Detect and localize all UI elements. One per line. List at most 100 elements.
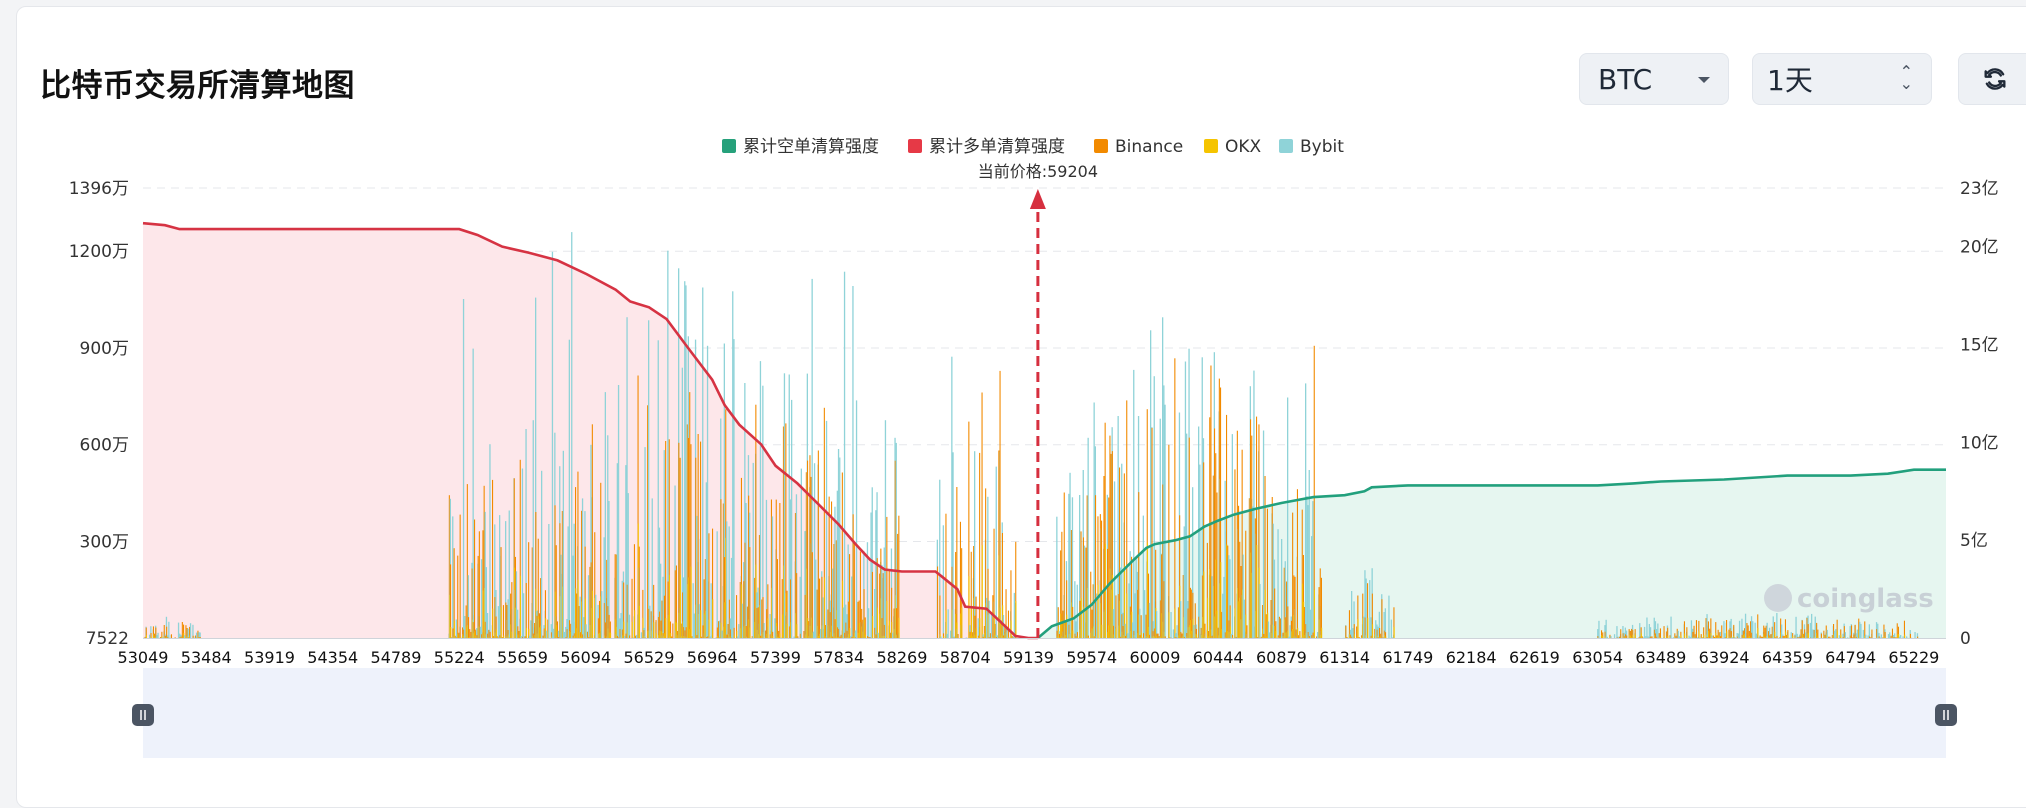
- okx-bar: [1358, 619, 1359, 638]
- okx-bar: [501, 607, 502, 638]
- okx-bar: [1276, 631, 1277, 638]
- bybit-bar: [709, 637, 710, 639]
- bybit-bar: [196, 633, 197, 638]
- binance-bar: [835, 619, 836, 638]
- zoom-handle[interactable]: [132, 704, 154, 726]
- bybit-bar: [1679, 636, 1680, 638]
- binance-bar: [1345, 626, 1346, 638]
- bybit-bar: [753, 463, 754, 638]
- bybit-bar: [565, 627, 566, 638]
- bybit-bar: [946, 634, 947, 638]
- okx-bar: [688, 577, 689, 638]
- binance-bar: [1770, 634, 1771, 638]
- okx-bar: [1897, 634, 1898, 638]
- okx-bar: [780, 634, 781, 638]
- bybit-bar: [601, 591, 602, 638]
- bybit-bar: [563, 451, 564, 638]
- bybit-bar: [595, 595, 596, 638]
- binance-bar: [490, 632, 491, 638]
- binance-bar: [1896, 637, 1897, 638]
- bybit-bar: [837, 491, 838, 638]
- bybit-bar: [1114, 481, 1115, 638]
- bybit-bar: [622, 581, 623, 638]
- okx-bar: [1379, 637, 1380, 638]
- okx-bar: [1297, 628, 1298, 638]
- binance-bar: [1917, 637, 1918, 638]
- okx-bar: [1107, 632, 1108, 638]
- x-axis-tick-label: 62619: [1509, 648, 1560, 667]
- left-axis-tick-label: 1396万: [69, 179, 129, 199]
- bybit-bar: [1199, 465, 1200, 638]
- bybit-bar: [456, 620, 457, 639]
- bybit-bar: [1375, 620, 1376, 638]
- binance-bar: [749, 547, 750, 638]
- okx-bar: [982, 545, 983, 638]
- okx-bar: [1008, 637, 1009, 638]
- bybit-bar: [856, 400, 857, 638]
- bybit-bar: [1232, 434, 1233, 638]
- binance-bar: [818, 451, 819, 639]
- bybit-bar: [1670, 617, 1671, 638]
- legend-swatch: [1279, 139, 1293, 153]
- okx-bar: [961, 608, 962, 638]
- left-axis-tick-label: 900万: [80, 339, 129, 359]
- okx-bar: [818, 636, 819, 638]
- okx-bar: [1169, 612, 1170, 638]
- binance-bar: [450, 564, 451, 638]
- binance-bar: [812, 552, 813, 638]
- bybit-bar: [1645, 636, 1646, 638]
- binance-bar: [853, 514, 854, 638]
- bybit-bar: [649, 606, 650, 638]
- bybit-bar: [548, 524, 549, 638]
- bybit-bar: [480, 627, 481, 638]
- bybit-bar: [1067, 620, 1068, 638]
- okx-bar: [772, 636, 773, 638]
- bybit-bar: [878, 633, 879, 638]
- bybit-bar: [1835, 629, 1836, 638]
- okx-bar: [865, 635, 866, 638]
- binance-bar: [502, 637, 503, 638]
- okx-bar: [1210, 569, 1211, 638]
- bybit-bar: [1732, 637, 1733, 638]
- bybit-bar: [826, 421, 827, 638]
- okx-bar: [512, 632, 513, 638]
- bybit-bar: [1068, 494, 1069, 638]
- bybit-bar: [1307, 505, 1308, 638]
- zoom-handle[interactable]: [1935, 704, 1957, 726]
- bybit-bar: [558, 631, 559, 638]
- bybit-bar: [452, 516, 453, 638]
- bybit-bar: [1643, 637, 1644, 638]
- okx-bar: [1216, 560, 1217, 638]
- okx-bar: [1207, 598, 1208, 638]
- bybit-bar: [605, 392, 606, 638]
- okx-bar: [656, 633, 657, 638]
- bybit-bar: [1243, 555, 1244, 638]
- okx-bar: [1098, 585, 1099, 638]
- okx-bar: [1300, 635, 1301, 638]
- cumulative-areas: [143, 223, 1946, 638]
- bybit-bar: [1810, 623, 1811, 638]
- bybit-bar: [574, 524, 575, 638]
- bybit-bar: [706, 482, 707, 638]
- x-axis-tick-label: 58269: [876, 648, 927, 667]
- left-axis-tick-label: 300万: [80, 532, 129, 552]
- okx-bar: [1641, 633, 1642, 638]
- liquidation-chart: 7522300万600万900万1200万1396万05亿10亿15亿20亿23…: [0, 0, 2026, 792]
- left-axis-tick-label: 1200万: [69, 242, 129, 262]
- okx-bar: [1141, 633, 1142, 638]
- bybit-bar: [1877, 624, 1878, 638]
- okx-bar: [569, 631, 570, 638]
- bybit-bar: [168, 622, 169, 638]
- bybit-bar: [745, 503, 746, 638]
- x-axis-tick-label: 54354: [307, 648, 358, 667]
- x-axis-tick-label: 57399: [750, 648, 801, 667]
- bybit-bar: [684, 281, 685, 638]
- okx-bar: [450, 627, 451, 638]
- okx-bar: [668, 615, 669, 638]
- bybit-bar: [1231, 634, 1232, 638]
- okx-bar: [1321, 628, 1322, 638]
- bybit-bar: [760, 361, 761, 638]
- okx-bar: [669, 575, 670, 638]
- okx-bar: [1664, 636, 1665, 638]
- binance-bar: [937, 567, 938, 639]
